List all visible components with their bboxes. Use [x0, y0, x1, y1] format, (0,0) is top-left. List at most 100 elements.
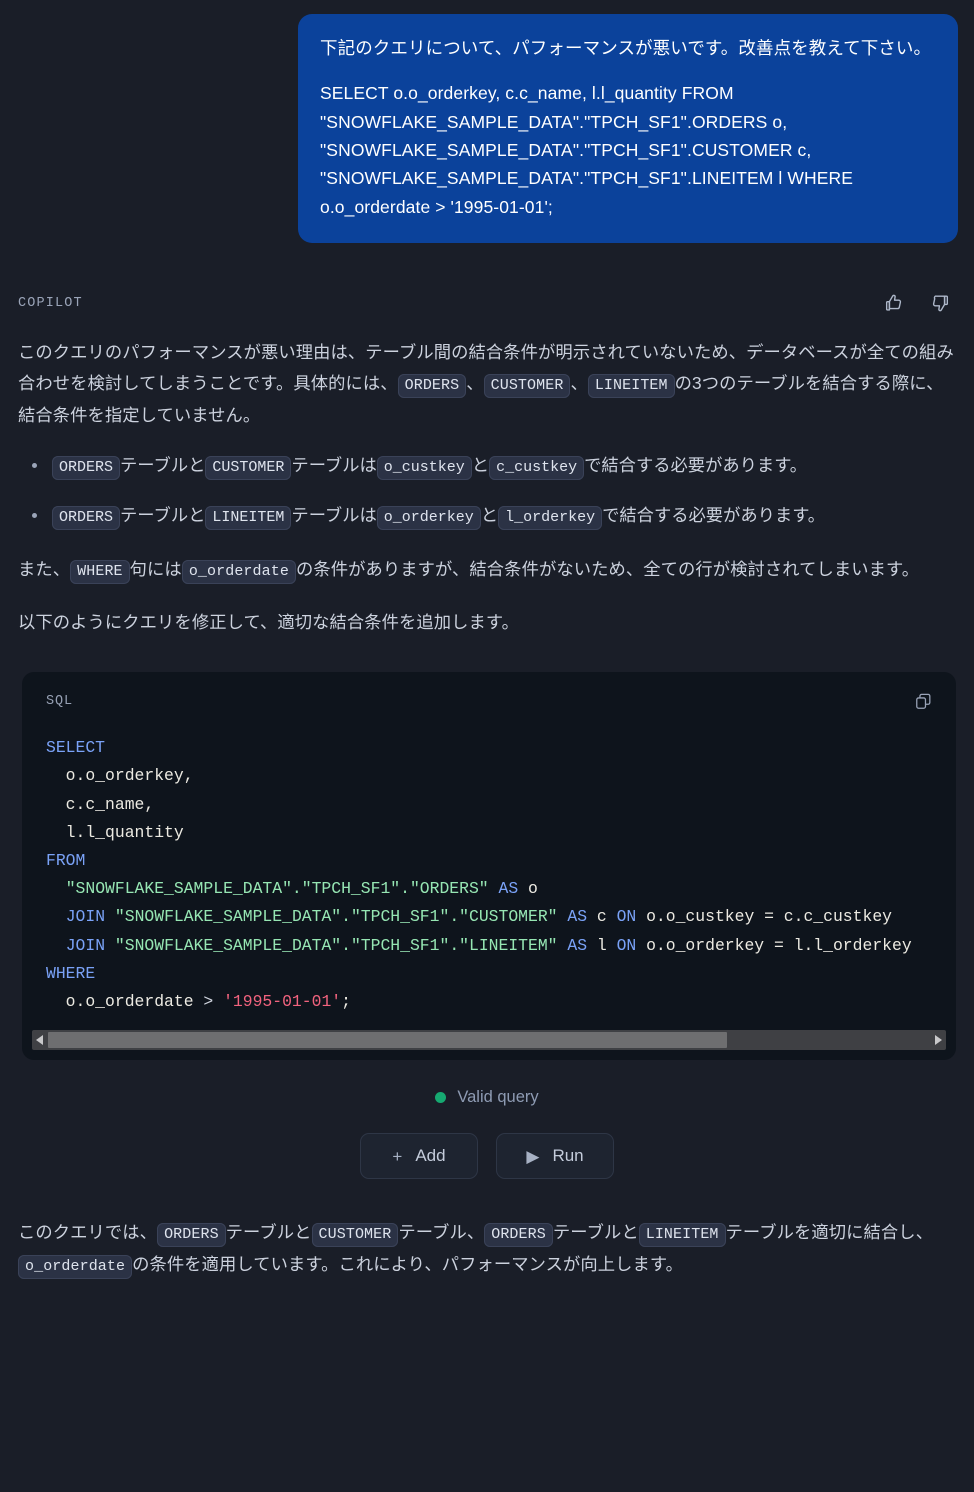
sql-code-block: SQL SELECT o.o_orderkey, c.c_name, l.l_q… [22, 672, 956, 1061]
closing-seg-5: テーブルを適切に結合し、 [725, 1222, 934, 1243]
inline-code-chip: CUSTOMER [205, 456, 292, 481]
inline-code-chip: l_orderkey [498, 506, 603, 530]
bullet-seg: テーブルは [291, 505, 377, 525]
code-token: ON [616, 907, 637, 927]
code-token: '1995-01-01' [223, 992, 342, 1012]
code-token: "SNOWFLAKE_SAMPLE_DATA"."TPCH_SF1"."LINE… [114, 935, 558, 955]
code-token: o [518, 879, 538, 899]
code-token: WHERE [46, 963, 96, 983]
inline-code-chip: CUSTOMER [311, 1223, 399, 1248]
join-requirements-list: ORDERS テーブルと CUSTOMER テーブルは o_custkey と c_cust… [18, 450, 958, 531]
note-seg-1: また、 [18, 558, 71, 579]
inline-code-chip: ORDERS [52, 456, 121, 481]
list-item: ORDERS テーブルと CUSTOMER テーブルは o_custkey と c_cust… [32, 450, 958, 482]
horizontal-scrollbar[interactable] [32, 1030, 946, 1051]
chevron-right-icon[interactable] [930, 1030, 946, 1050]
bullet-seg: と [480, 505, 499, 525]
inline-code-chip: ORDERS [484, 1223, 553, 1248]
status-dot-icon [435, 1092, 447, 1104]
code-token: > [203, 992, 214, 1012]
copy-icon[interactable] [912, 690, 934, 712]
closing-seg-4: テーブルと [552, 1222, 639, 1243]
scrollbar-thumb[interactable] [48, 1032, 728, 1049]
code-token: l [587, 935, 617, 955]
code-scroll-viewport: SELECT o.o_orderkey, c.c_name, l.l_quant… [22, 718, 956, 1028]
intro-seg-3: 、 [570, 372, 588, 393]
inline-code-chip: LINEITEM [638, 1223, 726, 1248]
inline-code-chip: WHERE [70, 559, 130, 584]
inline-code-chip: LINEITEM [587, 373, 675, 398]
run-button[interactable]: ▶ Run [496, 1133, 614, 1180]
intro-paragraph: このクエリのパフォーマンスが悪い理由は、テーブル間の結合条件が明示されていないた… [18, 337, 958, 430]
feedback-controls [882, 291, 952, 315]
note-seg-2: 句には [129, 558, 182, 579]
code-language-label: SQL [46, 693, 74, 709]
inline-code-chip: o_orderdate [181, 559, 296, 584]
code-content: SELECT o.o_orderkey, c.c_name, l.l_quant… [22, 734, 956, 1028]
code-token: "SNOWFLAKE_SAMPLE_DATA"."TPCH_SF1"."ORDE… [65, 879, 489, 899]
code-token: "SNOWFLAKE_SAMPLE_DATA"."TPCH_SF1"."CUST… [114, 907, 558, 927]
thumbs-up-icon[interactable] [882, 291, 906, 315]
code-token: l.l_quantity [46, 822, 184, 842]
code-token: c.c_name, [46, 794, 155, 814]
code-token: o.o_orderkey, [46, 766, 194, 786]
bullet-seg: テーブルと [120, 455, 206, 476]
inline-code-chip: CUSTOMER [483, 373, 571, 398]
run-button-label: Run [552, 1146, 584, 1166]
add-button[interactable]: + Add [360, 1133, 478, 1180]
bullet-seg: で結合する必要があります。 [602, 505, 826, 525]
plus-icon: + [392, 1146, 403, 1166]
play-icon: ▶ [526, 1146, 540, 1166]
user-message-paragraph-1: 下記のクエリについて、パフォーマンスが悪いです。改善点を教えて下さい。 [320, 38, 932, 58]
inline-code-chip: ORDERS [52, 506, 121, 530]
user-message-row: 下記のクエリについて、パフォーマンスが悪いです。改善点を教えて下さい。 SELE… [0, 0, 974, 244]
assistant-closing: このクエリでは、 ORDERS テーブルと CUSTOMER テーブル、 ORDERS テー… [0, 1217, 974, 1280]
code-token: ON [616, 935, 637, 955]
closing-seg-3: テーブル、 [398, 1222, 485, 1243]
inline-code-chip: ORDERS [397, 373, 467, 398]
inline-code-chip: o_orderkey [376, 506, 481, 530]
code-block-header: SQL [22, 672, 956, 718]
code-token: JOIN [65, 907, 106, 927]
inline-code-chip: o_orderdate [18, 1255, 133, 1280]
intro-seg-2: 、 [466, 372, 484, 393]
closing-seg-1: このクエリでは、 [18, 1222, 158, 1243]
list-item: ORDERS テーブルと LINEITEM テーブルは o_orderkey と l_ord… [32, 500, 958, 532]
code-token: o.o_orderkey = l.l_orderkey [636, 935, 912, 955]
assistant-header: COPILOT [0, 243, 974, 315]
bullet-seg: テーブルと [120, 505, 206, 525]
where-clause-note: また、 WHERE 句には o_orderdate の条件がありますが、結合条件がないた… [18, 554, 958, 586]
assistant-body: このクエリのパフォーマンスが悪い理由は、テーブル間の結合条件が明示されていないた… [0, 337, 974, 638]
bullet-seg: で結合する必要があります。 [584, 455, 808, 476]
user-message-paragraph-2: SELECT o.o_orderkey, c.c_name, l.l_quant… [320, 83, 854, 217]
code-token: ; [341, 992, 351, 1012]
scrollbar-track[interactable] [48, 1032, 930, 1049]
assistant-label: COPILOT [18, 295, 83, 311]
note-seg-3: の条件がありますが、結合条件がないため、全ての行が検討されてしまいます。 [295, 558, 920, 579]
inline-code-chip: ORDERS [157, 1223, 226, 1248]
closing-seg-6: の条件を適用しています。これにより、パフォーマンスが向上します。 [132, 1254, 683, 1275]
inline-code-chip: o_custkey [376, 456, 472, 481]
closing-seg-2: テーブルと [225, 1222, 312, 1243]
query-status: Valid query [0, 1088, 974, 1107]
code-actions: + Add ▶ Run [0, 1133, 974, 1180]
chevron-left-icon[interactable] [32, 1030, 48, 1050]
closing-paragraph: このクエリでは、 ORDERS テーブルと CUSTOMER テーブル、 ORDERS テー… [18, 1217, 958, 1280]
status-badge: Valid query [457, 1088, 539, 1107]
code-token: AS [567, 907, 588, 927]
thumbs-down-icon[interactable] [928, 291, 952, 315]
add-button-label: Add [415, 1146, 446, 1166]
code-token: JOIN [65, 935, 106, 955]
lead-in-paragraph: 以下のようにクエリを修正して、適切な結合条件を追加します。 [18, 612, 519, 633]
code-token: c [587, 907, 617, 927]
code-token: FROM [46, 851, 86, 871]
user-message-bubble: 下記のクエリについて、パフォーマンスが悪いです。改善点を教えて下さい。 SELE… [298, 14, 958, 244]
bullet-seg: テーブルは [291, 455, 377, 476]
